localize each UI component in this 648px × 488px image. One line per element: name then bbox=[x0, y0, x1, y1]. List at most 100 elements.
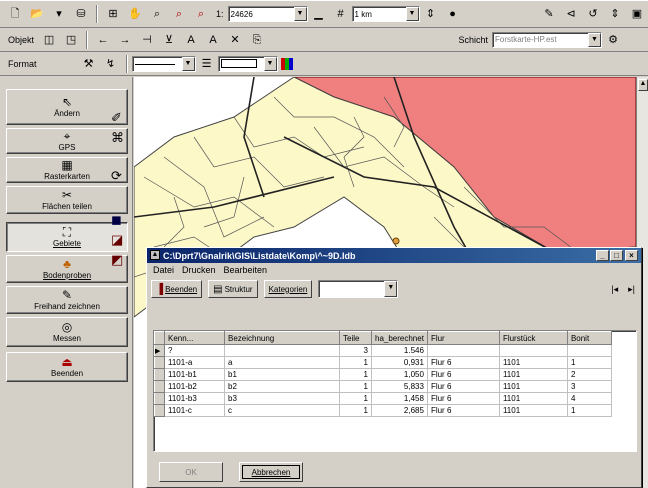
spin-icon[interactable]: ⇕ bbox=[423, 6, 439, 22]
zoom-in-icon[interactable]: ⌕ bbox=[171, 6, 187, 22]
refresh-icon[interactable]: ⟳ bbox=[111, 168, 127, 184]
cell-ha-berechnet[interactable]: 1,050 bbox=[371, 368, 428, 381]
arrow-left-icon[interactable]: ⊲ bbox=[563, 6, 579, 22]
object-tool-icon[interactable]: ◫ bbox=[41, 32, 57, 48]
cell-teile[interactable]: 1 bbox=[339, 392, 372, 405]
format-brush-icon[interactable]: ⚒ bbox=[81, 56, 97, 72]
row-selector[interactable] bbox=[154, 392, 165, 405]
fill-combo[interactable]: ▼ bbox=[217, 55, 278, 72]
cell-kenn[interactable]: 1101-b1 bbox=[164, 368, 225, 381]
node-icon[interactable]: ⊣ bbox=[139, 32, 155, 48]
cell-teile[interactable]: 1 bbox=[339, 380, 372, 393]
exit-window-button[interactable]: ▐ Beenden bbox=[151, 280, 203, 298]
cell-bezeichnung[interactable]: c bbox=[224, 404, 340, 417]
cell-bonit[interactable]: 2 bbox=[567, 368, 612, 381]
pencil-icon[interactable]: ✐ bbox=[111, 110, 127, 126]
layer-settings-icon[interactable]: ⚙ bbox=[605, 32, 621, 48]
column-flur[interactable]: Flur bbox=[426, 331, 500, 345]
open-folder-icon[interactable]: 📂 bbox=[29, 6, 45, 22]
nav-prev-icon[interactable]: |◂ bbox=[611, 284, 618, 295]
ok-button[interactable]: OK bbox=[159, 462, 223, 482]
table-row[interactable]: 1101-b3 b3 1 1,458 Flur 6 1101 4 bbox=[154, 392, 612, 405]
column-ha-berechnet[interactable]: ha_berechnet bbox=[371, 331, 428, 345]
row-selector[interactable] bbox=[154, 368, 165, 381]
undo-icon[interactable]: ↺ bbox=[585, 6, 601, 22]
cell-ha-berechnet[interactable]: 1,458 bbox=[371, 392, 428, 405]
cell-bonit[interactable]: 1 bbox=[567, 404, 612, 417]
object-select-icon[interactable]: ◳ bbox=[63, 32, 79, 48]
cell-ha-berechnet[interactable]: 0,931 bbox=[371, 356, 428, 369]
cell-bonit[interactable]: 3 bbox=[567, 380, 612, 393]
layers-icon[interactable]: ◪ bbox=[111, 232, 127, 248]
chevron-down-icon[interactable]: ▼ bbox=[181, 56, 195, 71]
pan-hand-icon[interactable]: ✋ bbox=[127, 6, 143, 22]
save-icon[interactable]: ▾ bbox=[51, 6, 67, 22]
cell-ha-berechnet[interactable]: 2,685 bbox=[371, 404, 428, 417]
column-bezeichnung[interactable]: Bezeichnung bbox=[224, 331, 340, 345]
layer-combo[interactable]: Forstkarte-HP.est ▼ bbox=[492, 31, 602, 48]
column-bonit[interactable]: Bonit bbox=[566, 331, 612, 345]
pen-icon[interactable]: ✎ bbox=[541, 6, 557, 22]
scroll-up-icon[interactable]: ▲ bbox=[638, 79, 648, 91]
cell-bezeichnung[interactable]: b1 bbox=[224, 368, 340, 381]
delete-icon[interactable]: ✕ bbox=[227, 32, 243, 48]
table-row[interactable]: 1101-c c 1 2,685 Flur 6 1101 1 bbox=[154, 404, 612, 417]
menu-file[interactable]: Datei bbox=[153, 265, 174, 275]
snap-icon[interactable]: ⌘ bbox=[111, 130, 127, 146]
table-row[interactable]: ▶? 3 1.546 bbox=[154, 344, 612, 357]
text-angle-icon[interactable]: A bbox=[205, 32, 221, 48]
new-file-icon[interactable]: 🗋 bbox=[7, 6, 23, 22]
cell-flurstueck[interactable]: 1101 bbox=[499, 404, 568, 417]
table-row[interactable]: 1101-a a 1 0,931 Flur 6 1101 1 bbox=[154, 356, 612, 369]
maximize-icon[interactable]: □ bbox=[610, 250, 623, 261]
exit-button[interactable]: ⏏ Beenden bbox=[6, 352, 128, 382]
freehand-button[interactable]: ✎ Freihand zeichnen bbox=[6, 286, 128, 314]
arrow-left-icon[interactable]: ← bbox=[95, 32, 111, 48]
cell-kenn[interactable]: 1101-c bbox=[164, 404, 225, 417]
row-selector[interactable] bbox=[154, 380, 165, 393]
cell-bezeichnung[interactable]: a bbox=[224, 356, 340, 369]
point-icon[interactable]: ● bbox=[445, 6, 461, 22]
cell-flur[interactable]: Flur 6 bbox=[427, 392, 500, 405]
chevron-down-icon[interactable]: ▼ bbox=[384, 281, 398, 297]
cell-teile[interactable]: 1 bbox=[339, 356, 372, 369]
measure-button[interactable]: ◎ Messen bbox=[6, 317, 128, 347]
color-palette-icon[interactable] bbox=[280, 57, 293, 70]
column-teile[interactable]: Teile bbox=[339, 331, 372, 345]
line-style-combo[interactable]: ▼ bbox=[131, 55, 196, 72]
hatch-icon[interactable]: # bbox=[333, 6, 349, 22]
nav-next-icon[interactable]: ▸| bbox=[628, 284, 635, 295]
category-combo[interactable]: ▼ bbox=[318, 280, 399, 298]
cell-kenn[interactable]: 1101-a bbox=[164, 356, 225, 369]
scale-combo[interactable]: 24626 ▼ bbox=[227, 6, 308, 22]
menu-edit[interactable]: Bearbeiten bbox=[224, 265, 268, 275]
ruler-icon[interactable]: ▁ bbox=[311, 6, 327, 22]
chevron-down-icon[interactable]: ▼ bbox=[405, 7, 419, 21]
cell-kenn[interactable]: ? bbox=[164, 344, 225, 357]
cell-bonit[interactable] bbox=[567, 344, 612, 357]
window-icon[interactable]: ▣ bbox=[629, 6, 645, 22]
zoom-out-icon[interactable]: ⌕ bbox=[193, 6, 209, 22]
column-kenn[interactable]: Kenn... bbox=[164, 331, 225, 345]
window-titlebar[interactable]: ▲ C:\Dprt7\Gnalrik\GIS\Listdate\Komp\^~9… bbox=[147, 248, 641, 263]
cell-flur[interactable]: Flur 6 bbox=[427, 356, 500, 369]
disk-icon[interactable]: ⛁ bbox=[73, 6, 89, 22]
paste-icon[interactable]: ⎘ bbox=[249, 32, 265, 48]
zoom-icon[interactable]: ⌕ bbox=[149, 6, 165, 22]
categories-button[interactable]: Kategorien bbox=[263, 280, 313, 298]
cell-bonit[interactable]: 4 bbox=[567, 392, 612, 405]
cell-bezeichnung[interactable] bbox=[224, 344, 340, 357]
row-selector[interactable] bbox=[154, 404, 165, 417]
cell-flurstueck[interactable]: 1101 bbox=[499, 368, 568, 381]
chevron-down-icon[interactable]: ▼ bbox=[588, 32, 601, 47]
text-icon[interactable]: A bbox=[183, 32, 199, 48]
cell-flur[interactable]: Flur 6 bbox=[427, 368, 500, 381]
cell-kenn[interactable]: 1101-b3 bbox=[164, 392, 225, 405]
node-edit-icon[interactable]: ⊻ bbox=[161, 32, 177, 48]
cell-ha-berechnet[interactable]: 1.546 bbox=[371, 344, 428, 357]
column-flurstueck[interactable]: Flurstück bbox=[498, 331, 568, 345]
table-row[interactable]: 1101-b1 b1 1 1,050 Flur 6 1101 2 bbox=[154, 368, 612, 381]
chevron-down-icon[interactable]: ▼ bbox=[263, 56, 277, 71]
cell-flurstueck[interactable]: 1101 bbox=[499, 392, 568, 405]
chevron-down-icon[interactable]: ▼ bbox=[293, 7, 307, 21]
